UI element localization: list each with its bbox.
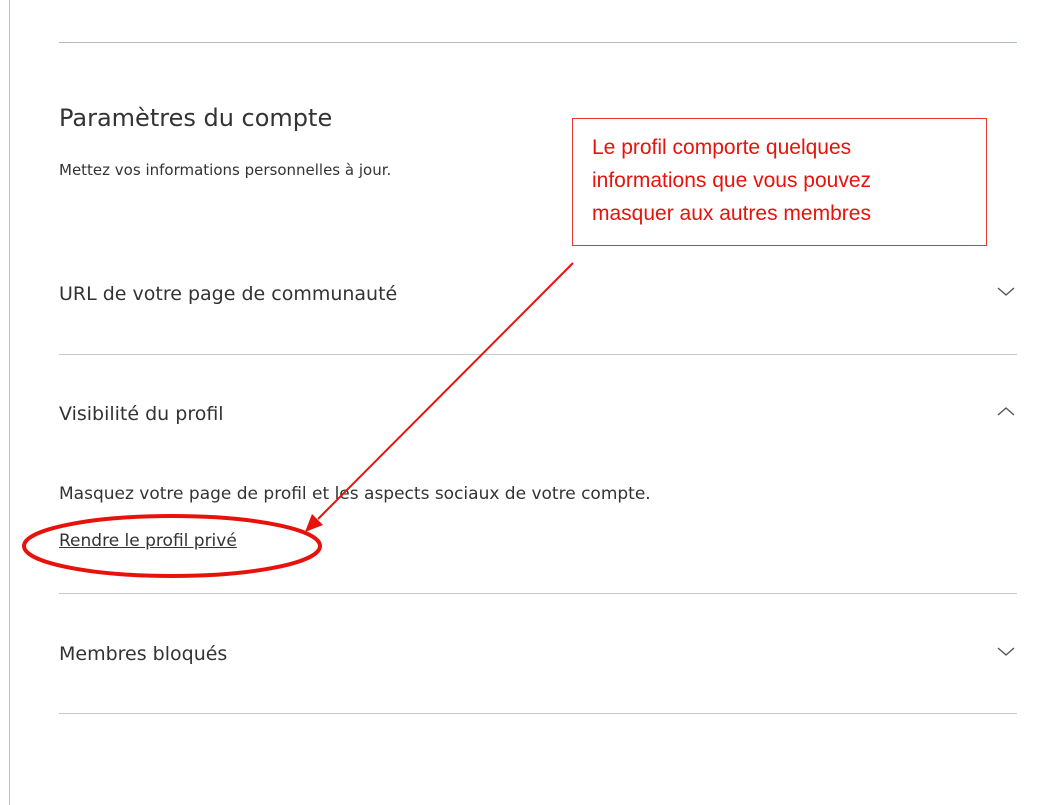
callout-line: masquer aux autres membres bbox=[592, 202, 871, 225]
chevron-down-icon[interactable] bbox=[997, 642, 1015, 660]
section-divider bbox=[59, 593, 1017, 594]
accordion-community-url[interactable]: URL de votre page de communauté bbox=[59, 274, 1017, 314]
annotation-arrow-head bbox=[305, 514, 323, 532]
accordion-label-community-url: URL de votre page de communauté bbox=[59, 283, 398, 305]
annotation-callout: Le profil comporte quelques informations… bbox=[572, 118, 987, 246]
callout-line: informations que vous pouvez bbox=[592, 169, 871, 192]
section-divider bbox=[59, 713, 1017, 714]
section-subtitle: Mettez vos informations personnelles à j… bbox=[59, 161, 392, 179]
page-left-border bbox=[9, 0, 10, 805]
accordion-label-profile-visibility: Visibilité du profil bbox=[59, 403, 224, 425]
header-divider bbox=[59, 42, 1017, 43]
accordion-profile-visibility[interactable]: Visibilité du profil bbox=[59, 394, 1017, 434]
make-profile-private-link[interactable]: Rendre le profil privé bbox=[59, 529, 237, 553]
chevron-up-icon[interactable] bbox=[997, 402, 1015, 420]
section-divider bbox=[59, 354, 1017, 355]
accordion-blocked-members[interactable]: Membres bloqués bbox=[59, 634, 1017, 674]
accordion-label-blocked-members: Membres bloqués bbox=[59, 643, 228, 665]
section-title: Paramètres du compte bbox=[59, 104, 333, 132]
profile-visibility-description: Masquez votre page de profil et les aspe… bbox=[59, 484, 651, 504]
chevron-down-icon[interactable] bbox=[997, 282, 1015, 300]
callout-line: Le profil comporte quelques bbox=[592, 136, 852, 159]
